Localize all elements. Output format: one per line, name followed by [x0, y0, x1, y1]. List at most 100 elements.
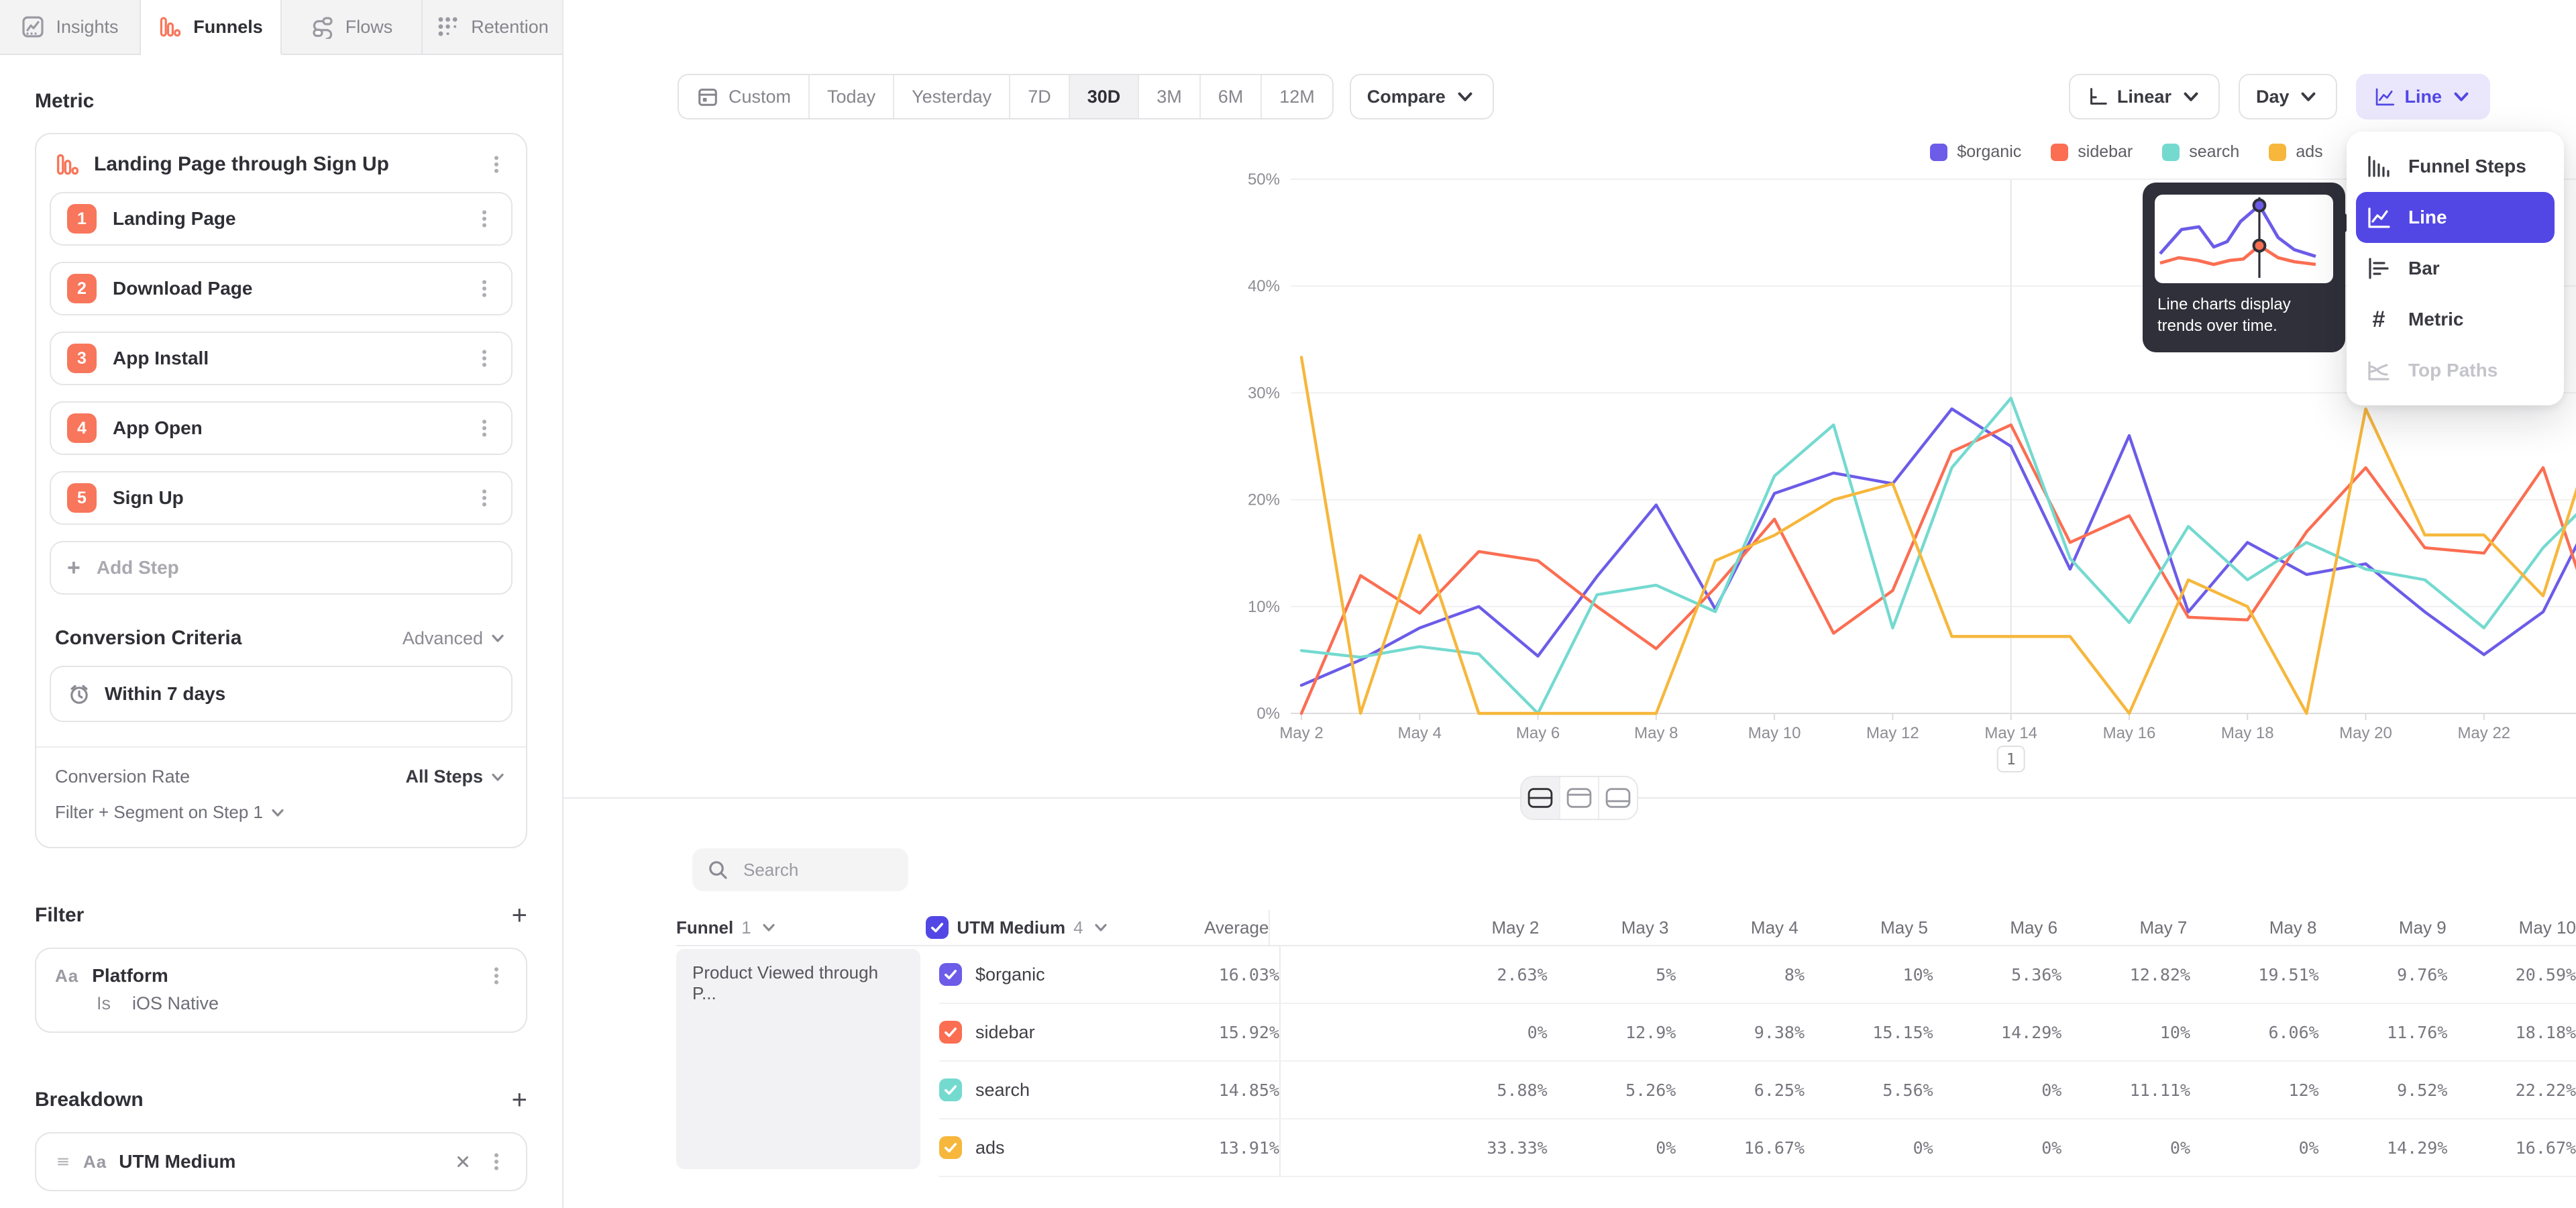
string-property-icon: Aa	[83, 1152, 107, 1172]
series-name: $organic	[975, 964, 1045, 985]
day-value: 0%	[2190, 1138, 2319, 1158]
series-checkbox[interactable]	[939, 1078, 962, 1101]
legend-item-search[interactable]: search	[2162, 142, 2239, 162]
add-step-button[interactable]: + Add Step	[50, 541, 513, 595]
flows-icon	[311, 15, 335, 39]
menu-item-funnel-steps[interactable]: Funnel Steps	[2347, 141, 2564, 192]
range-custom[interactable]: Custom	[679, 75, 810, 118]
layout-split-view-button[interactable]	[1521, 777, 1560, 819]
advanced-dropdown[interactable]: Advanced	[402, 628, 507, 649]
legend-label: $organic	[1957, 142, 2021, 162]
day-value: 33.33%	[1296, 1138, 1548, 1158]
drag-handle-icon[interactable]	[55, 1154, 71, 1170]
filter-segment-dropdown[interactable]: Filter + Segment on Step 1	[55, 802, 507, 823]
column-separator	[1279, 1062, 1296, 1118]
add-breakdown-button[interactable]: +	[512, 1087, 527, 1113]
legend-item-sidebar[interactable]: sidebar	[2051, 142, 2133, 162]
kebab-icon[interactable]	[474, 417, 495, 439]
day-value: 18.18%	[2447, 1023, 2576, 1042]
range-30d[interactable]: 30D	[1070, 75, 1140, 118]
range-yesterday[interactable]: Yesterday	[894, 75, 1010, 118]
day-value: 2.63%	[1296, 965, 1548, 985]
breakdown-column-header[interactable]: UTM Medium4	[926, 916, 1132, 939]
range-6m[interactable]: 6M	[1201, 75, 1263, 118]
day-value: 9.38%	[1676, 1023, 1805, 1042]
day-value: 6.06%	[2190, 1023, 2319, 1042]
kebab-icon[interactable]	[474, 487, 495, 509]
tab-funnels[interactable]: Funnels	[141, 0, 282, 55]
column-separator	[1279, 1119, 1296, 1176]
breakdown-property-name[interactable]: UTM Medium	[119, 1151, 440, 1172]
funnel-step-row[interactable]: 4App Open	[50, 401, 513, 455]
series-line-organic[interactable]	[1301, 382, 2576, 685]
breakdown-card: Aa UTM Medium	[35, 1132, 527, 1191]
metric-header[interactable]: Landing Page through Sign Up	[36, 134, 526, 192]
series-checkbox[interactable]	[939, 963, 962, 986]
kebab-icon[interactable]	[486, 965, 507, 987]
granularity-dropdown[interactable]: Day	[2239, 74, 2338, 119]
funnel-step-row[interactable]: 2Download Page	[50, 262, 513, 315]
menu-item-metric[interactable]: # Metric	[2347, 294, 2564, 345]
menu-item-bar[interactable]: Bar	[2347, 243, 2564, 294]
breakdown-select-all-checkbox[interactable]	[926, 916, 949, 939]
layout-top-view-button[interactable]	[1560, 777, 1599, 819]
kebab-icon[interactable]	[486, 154, 507, 175]
tab-insights[interactable]: Insights	[0, 0, 141, 54]
table-search[interactable]	[692, 848, 908, 891]
range-today[interactable]: Today	[810, 75, 894, 118]
day-value: 0%	[1933, 1080, 2062, 1100]
kebab-icon[interactable]	[474, 348, 495, 369]
legend-item-organic[interactable]: $organic	[1930, 142, 2021, 162]
tab-label: Funnels	[193, 17, 263, 38]
chart-type-tooltip: Line charts display trends over time.	[2143, 183, 2345, 352]
series-checkbox[interactable]	[939, 1136, 962, 1159]
add-filter-button[interactable]: +	[512, 902, 527, 929]
average-column-header: Average	[1132, 917, 1269, 938]
legend-item-ads[interactable]: ads	[2269, 142, 2322, 162]
kebab-icon[interactable]	[474, 208, 495, 230]
layout-bottom-view-button[interactable]	[1599, 777, 1637, 819]
funnel-group-cell[interactable]: Product Viewed through P...	[676, 949, 920, 1169]
range-3m[interactable]: 3M	[1139, 75, 1201, 118]
range-7d[interactable]: 7D	[1010, 75, 1070, 118]
metric-icon: #	[2365, 306, 2392, 333]
filter-operator[interactable]: Is	[97, 993, 111, 1014]
menu-item-top-paths[interactable]: Top Paths	[2347, 345, 2564, 396]
compare-label: Compare	[1367, 87, 1446, 107]
chart-type-dropdown[interactable]: Line	[2356, 74, 2490, 119]
kebab-icon[interactable]	[486, 1151, 507, 1172]
day-column-header: May 2	[1285, 917, 1539, 938]
conversion-window-button[interactable]: Within 7 days	[50, 666, 513, 722]
legend-swatch	[1930, 144, 1947, 161]
day-value: 5.88%	[1296, 1080, 1548, 1100]
series-checkbox[interactable]	[939, 1021, 962, 1044]
step-number-badge: 3	[67, 344, 97, 373]
tab-flows[interactable]: Flows	[282, 0, 423, 54]
series-line-ads[interactable]	[1301, 356, 2576, 713]
compare-button[interactable]: Compare	[1350, 74, 1494, 119]
advanced-label: Advanced	[402, 628, 483, 649]
divider	[36, 746, 526, 748]
remove-breakdown-icon[interactable]	[452, 1153, 474, 1170]
kebab-icon[interactable]	[474, 278, 495, 299]
filter-value[interactable]: iOS Native	[132, 993, 219, 1014]
funnel-step-row[interactable]: 5Sign Up	[50, 471, 513, 525]
range-label: 12M	[1279, 87, 1315, 107]
funnels-app: Insights Funnels FlowsRetention Metric Lan…	[0, 0, 2576, 1208]
tab-retention[interactable]: Retention	[423, 0, 562, 54]
menu-item-label: Metric	[2408, 309, 2463, 330]
menu-item-line[interactable]: Line	[2356, 192, 2555, 243]
granularity-label: Day	[2256, 87, 2290, 107]
filter-property-name[interactable]: Platform	[92, 965, 472, 987]
range-12m[interactable]: 12M	[1262, 75, 1332, 118]
scale-dropdown[interactable]: Linear	[2069, 74, 2220, 119]
svg-text:May 22: May 22	[2457, 724, 2510, 742]
funnel-step-row[interactable]: 1Landing Page	[50, 192, 513, 246]
funnel-step-row[interactable]: 3App Install	[50, 332, 513, 385]
search-input[interactable]	[741, 858, 894, 882]
main-panel: CustomTodayYesterday7D30D3M6M 12M Compare…	[564, 0, 2576, 1208]
all-steps-dropdown[interactable]: All Steps	[405, 766, 507, 787]
funnel-column-header[interactable]: Funnel1	[676, 917, 926, 938]
day-column-header: May 5	[1799, 917, 1928, 938]
date-range-control: CustomTodayYesterday7D30D3M6M 12M	[678, 74, 1334, 119]
